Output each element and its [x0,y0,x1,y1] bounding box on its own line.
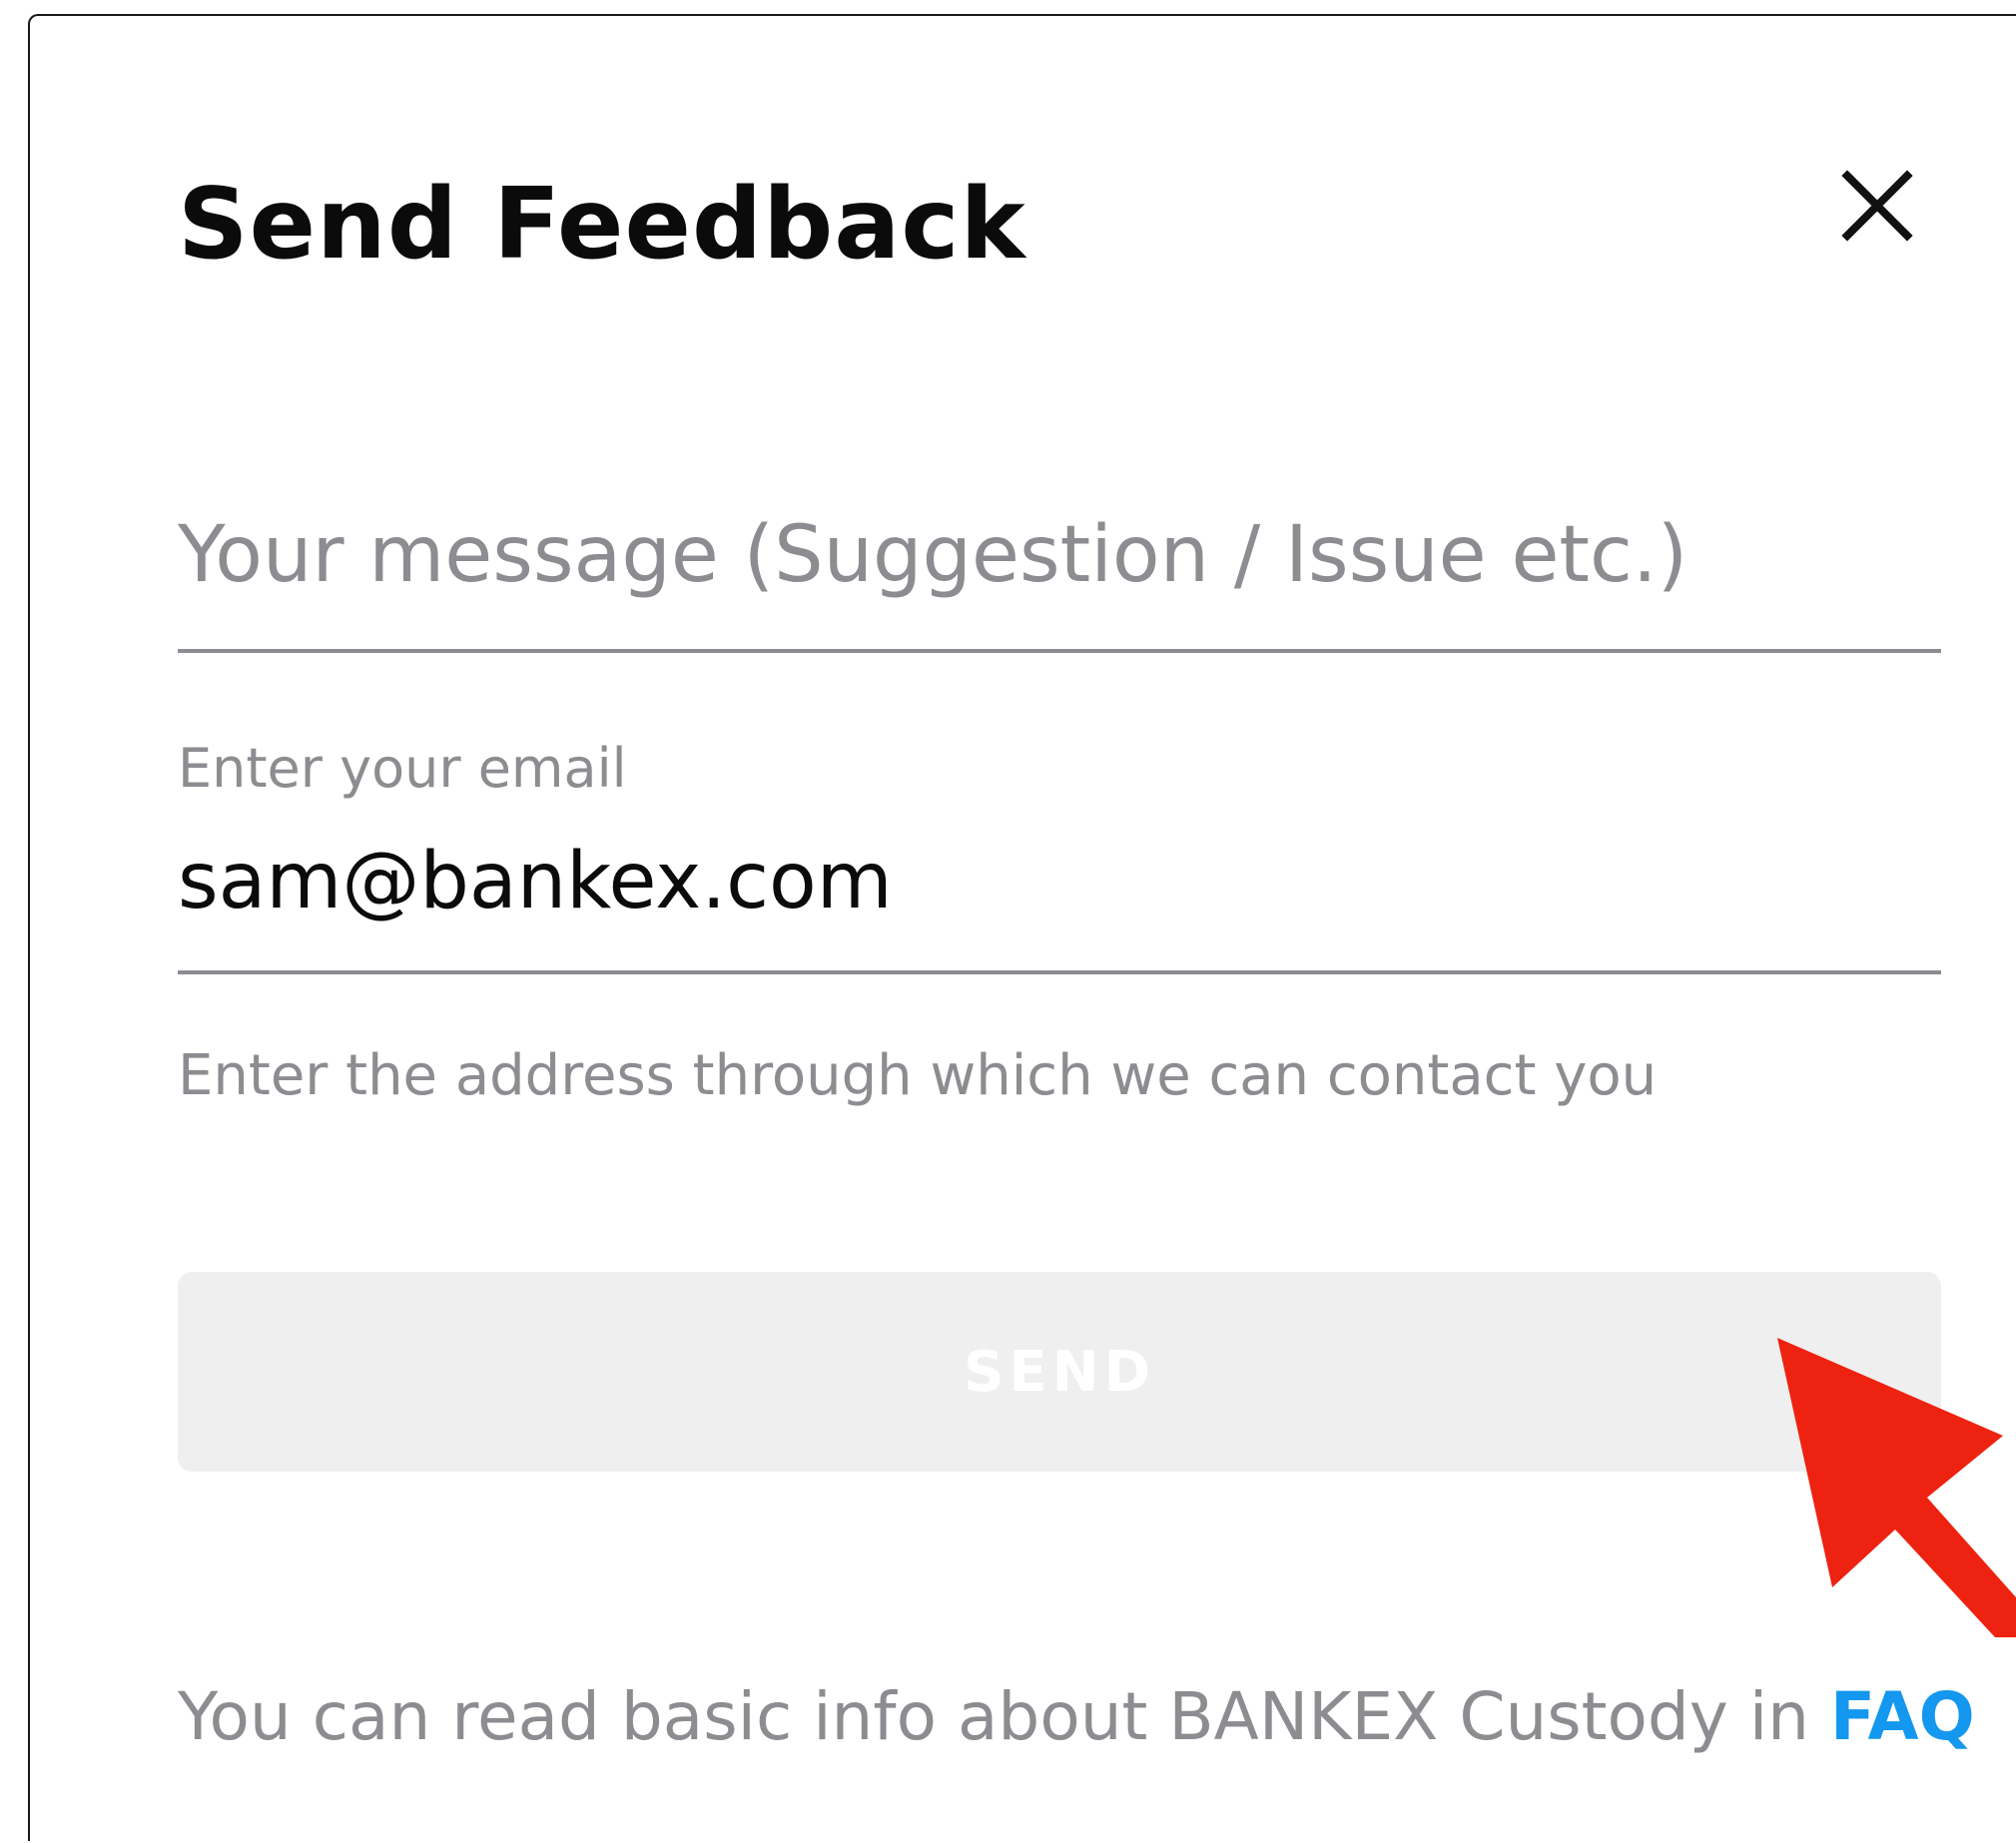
send-button[interactable]: SEND [178,1272,1941,1472]
dialog-title: Send Feedback [178,168,1026,282]
close-icon [1841,170,1913,242]
email-underline [178,970,1941,974]
close-button[interactable] [1837,166,1927,256]
message-input[interactable] [178,495,1941,615]
feedback-dialog: Send Feedback Enter your email Enter the… [28,14,2016,1841]
email-input[interactable] [178,827,1941,936]
red-arrow-icon [1777,1338,2016,1637]
email-helper-text: Enter the address through which we can c… [178,1043,1658,1108]
footer-text: You can read basic info about BANKEX Cus… [178,1678,1830,1755]
footer-info: You can read basic info about BANKEX Cus… [178,1677,1975,1756]
message-underline [178,649,1941,653]
faq-link[interactable]: FAQ [1830,1678,1975,1755]
email-label: Enter your email [178,737,627,800]
